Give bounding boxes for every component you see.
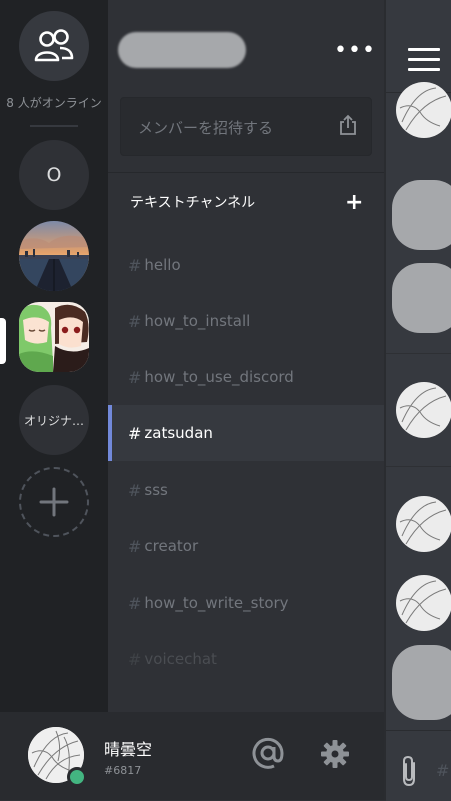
rail-divider: [30, 125, 78, 127]
channel-name: how_to_use_discord: [144, 368, 294, 386]
hash-icon: #: [128, 311, 142, 331]
channel-creator[interactable]: # creator: [108, 518, 384, 574]
channel-hello[interactable]: # hello: [108, 237, 384, 293]
server-label: O: [46, 164, 62, 186]
more-options-button[interactable]: •••: [334, 38, 376, 63]
hamburger-bar: [408, 58, 440, 61]
attachment-button[interactable]: [400, 755, 420, 791]
plus-icon: [39, 487, 69, 517]
share-icon: [339, 114, 357, 140]
message-divider: [386, 353, 451, 354]
channel-how-to-write-story[interactable]: # how_to_write_story: [108, 575, 384, 631]
sketch-avatar-image: [399, 87, 447, 131]
paperclip-icon: [403, 755, 415, 787]
gear-icon: [321, 740, 349, 768]
hamburger-menu-button[interactable]: [408, 48, 440, 78]
channel-how-to-install[interactable]: # how_to_install: [108, 293, 384, 349]
username: 晴曇空: [104, 740, 153, 759]
input-channel-hash: #: [436, 761, 450, 780]
hash-icon: #: [128, 536, 142, 556]
hash-icon: #: [128, 367, 142, 387]
divider: [108, 172, 384, 173]
server-original[interactable]: オリジナ…: [19, 385, 89, 455]
channel-zatsudan[interactable]: # zatsudan: [108, 405, 384, 461]
channel-sss[interactable]: # sss: [108, 462, 384, 518]
channel-voicechat[interactable]: # voicechat: [108, 631, 384, 687]
invite-members-button[interactable]: メンバーを招待する: [120, 97, 372, 156]
hash-icon: #: [128, 593, 142, 613]
message-avatar[interactable]: [396, 382, 451, 438]
redacted-message: [392, 263, 451, 333]
server-name-redacted: [118, 32, 246, 68]
server-pier-icon[interactable]: [19, 221, 89, 291]
channel-name: creator: [144, 537, 199, 555]
channel-name: hello: [144, 256, 181, 274]
message-avatar[interactable]: [396, 82, 451, 138]
add-channel-button[interactable]: +: [345, 192, 363, 214]
friends-icon: [34, 29, 74, 62]
message-input-bar[interactable]: #: [386, 730, 451, 801]
server-rail: 8 人がオンライン O オリジナ…: [0, 0, 108, 712]
at-sign-icon: [252, 737, 284, 769]
server-anime-icon[interactable]: [19, 302, 89, 372]
selected-server-indicator: [0, 318, 6, 364]
channel-panel: ••• メンバーを招待する テキストチャンネル + # hello # how_…: [108, 0, 384, 712]
channel-name: how_to_write_story: [144, 594, 289, 612]
online-status-dot: [67, 767, 87, 787]
channel-name: sss: [144, 481, 168, 499]
channel-name: how_to_install: [144, 312, 251, 330]
sketch-avatar-image: [399, 580, 447, 624]
channel-name: zatsudan: [144, 424, 213, 442]
channel-name: voicechat: [144, 650, 217, 668]
invite-label: メンバーを招待する: [138, 119, 274, 137]
message-avatar[interactable]: [396, 496, 451, 552]
sketch-avatar-image: [399, 501, 447, 545]
user-discriminator: #6817: [104, 764, 142, 777]
hash-icon: #: [128, 649, 142, 669]
redacted-message: [392, 180, 451, 250]
chat-area-edge: #: [384, 0, 451, 801]
hamburger-bar: [408, 48, 440, 51]
channel-how-to-use-discord[interactable]: # how_to_use_discord: [108, 349, 384, 405]
server-o[interactable]: O: [19, 140, 89, 210]
hash-icon: #: [128, 480, 142, 500]
redacted-message: [392, 645, 451, 720]
user-panel: 晴曇空 #6817: [0, 712, 384, 800]
add-server-button[interactable]: [19, 467, 89, 537]
server-label: オリジナ…: [23, 413, 84, 428]
pier-sunset-image: [19, 221, 89, 291]
hash-icon: #: [128, 423, 142, 443]
message-divider: [386, 466, 451, 467]
online-count: 8 人がオンライン: [6, 96, 102, 110]
settings-button[interactable]: [320, 739, 350, 773]
anime-characters-image: [19, 302, 89, 372]
friends-button[interactable]: [19, 11, 89, 81]
mentions-button[interactable]: [251, 736, 285, 774]
hamburger-bar: [408, 68, 440, 71]
chat-header: [386, 0, 451, 93]
sketch-avatar-image: [399, 387, 447, 431]
message-avatar[interactable]: [396, 575, 451, 631]
hash-icon: #: [128, 255, 142, 275]
category-text-channels[interactable]: テキストチャンネル: [130, 192, 255, 212]
